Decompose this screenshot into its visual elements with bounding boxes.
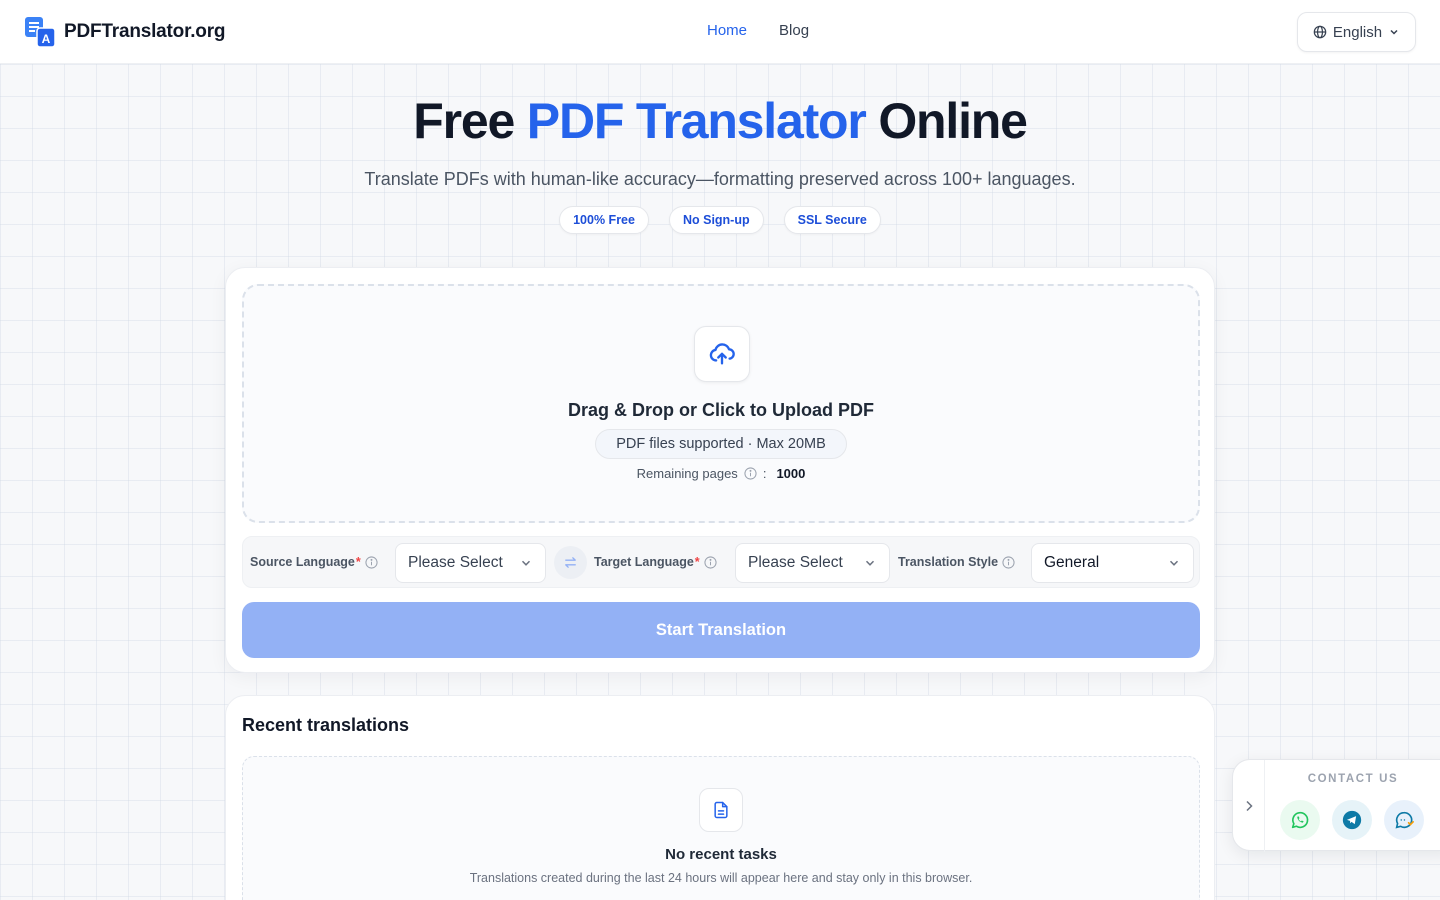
language-label: English (1332, 23, 1383, 41)
info-icon[interactable] (1002, 555, 1015, 569)
required-mark: * (694, 555, 700, 569)
swap-languages-button[interactable] (554, 546, 587, 579)
style-label-text: Translation Style (898, 555, 999, 569)
info-icon[interactable] (365, 555, 378, 569)
cloud-upload-icon (694, 326, 750, 382)
info-icon[interactable] (704, 555, 717, 569)
nav-blog[interactable]: Blog (779, 22, 809, 39)
chevron-down-icon (521, 560, 531, 566)
chat-button[interactable] (1384, 800, 1424, 840)
start-translation-button[interactable]: Start Translation (242, 602, 1200, 658)
info-icon[interactable] (744, 467, 757, 480)
badge-ssl: SSL Secure (783, 206, 881, 234)
brand-name: PDFTranslator.org (64, 21, 226, 42)
remaining-label: Remaining pages (636, 466, 738, 481)
chevron-down-icon (1390, 29, 1398, 35)
title-suffix: Online (878, 93, 1028, 149)
document-icon (699, 788, 743, 832)
globe-icon (1313, 25, 1327, 39)
translation-options: Source Language * Please Select Target La… (242, 536, 1200, 588)
recent-empty-state: No recent tasks Translations created dur… (242, 756, 1200, 900)
badge-free: 100% Free (559, 206, 649, 234)
upload-title: Drag & Drop or Click to Upload PDF (567, 400, 875, 420)
page-title: Free PDF Translator Online (0, 92, 1440, 150)
empty-state-description: Translations created during the last 24 … (469, 871, 973, 885)
whatsapp-button[interactable] (1280, 800, 1320, 840)
brand-logo[interactable]: A PDFTranslator.org (24, 16, 226, 48)
target-language-label: Target Language * (594, 555, 717, 569)
chevron-down-icon (1169, 560, 1179, 566)
source-language-label: Source Language * (250, 555, 378, 569)
svg-text:A: A (42, 32, 51, 46)
remaining-value: 1000 (776, 466, 806, 481)
telegram-icon (1342, 810, 1362, 830)
translation-style-select[interactable]: General (1031, 543, 1194, 583)
top-header: A PDFTranslator.org Home Blog English (0, 0, 1440, 64)
source-label-text: Source Language (250, 555, 355, 569)
remaining-pages: Remaining pages : 1000 (244, 466, 1198, 481)
feature-badges: 100% Free No Sign-up SSL Secure (0, 206, 1440, 234)
nav-home[interactable]: Home (707, 22, 747, 39)
whatsapp-icon (1291, 811, 1309, 829)
main-nav: Home Blog (707, 22, 809, 39)
contact-title: CONTACT US (1307, 773, 1399, 785)
chat-icon (1395, 811, 1414, 829)
translation-style-value: General (1044, 554, 1100, 571)
page-subtitle: Translate PDFs with human-like accuracy—… (364, 169, 1076, 189)
recent-translations-title: Recent translations (242, 715, 410, 735)
translation-card: Drag & Drop or Click to Upload PDF PDF f… (225, 267, 1215, 673)
target-label-text: Target Language (594, 555, 694, 569)
language-selector[interactable]: English (1297, 12, 1416, 52)
badge-no-signup: No Sign-up (668, 206, 764, 234)
translate-logo-icon: A (24, 16, 56, 48)
source-language-value: Please Select (408, 554, 503, 571)
title-prefix: Free (413, 93, 515, 149)
contact-collapse-button[interactable] (1233, 760, 1265, 852)
recent-translations-card: Recent translations No recent tasks Tran… (225, 695, 1215, 900)
translation-style-label: Translation Style (898, 555, 1015, 569)
remaining-separator: : (762, 466, 767, 481)
empty-state-title: No recent tasks (665, 846, 777, 863)
target-language-value: Please Select (748, 554, 843, 571)
chevron-down-icon (865, 560, 875, 566)
target-language-select[interactable]: Please Select (735, 543, 890, 583)
source-language-select[interactable]: Please Select (395, 543, 546, 583)
contact-widget: CONTACT US (1232, 759, 1440, 852)
chevron-right-icon (1245, 800, 1253, 812)
upload-dropzone[interactable]: Drag & Drop or Click to Upload PDF PDF f… (242, 284, 1200, 523)
required-mark: * (355, 555, 361, 569)
telegram-button[interactable] (1332, 800, 1372, 840)
upload-hint: PDF files supported · Max 20MB (595, 429, 847, 459)
title-accent: PDF Translator (526, 93, 867, 149)
swap-icon (565, 557, 576, 568)
